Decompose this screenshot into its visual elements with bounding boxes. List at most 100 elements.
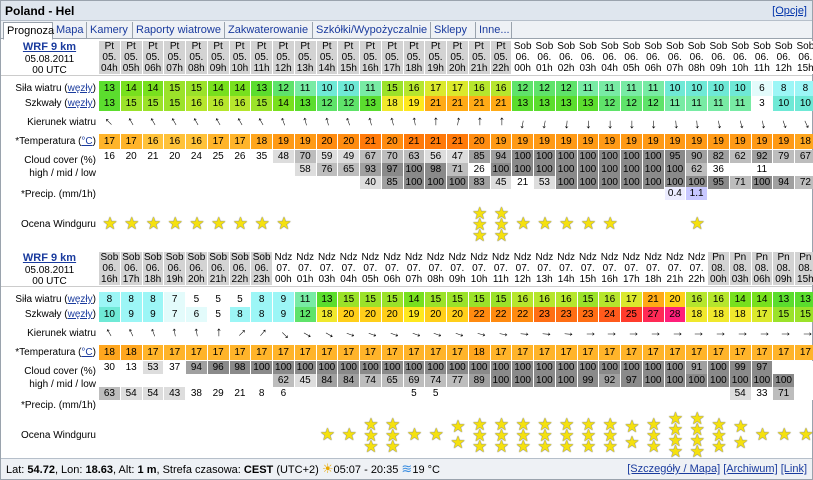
cloud-label-1: Cloud cover (%) (1, 154, 98, 167)
cloud-cover-cell (99, 176, 121, 189)
wind-cell: 16 (686, 292, 708, 307)
cloud-cover-cell: 100 (599, 361, 621, 374)
header-date-cell: 07. (555, 263, 578, 274)
label-text: Kierunek wiatru (27, 117, 96, 128)
cloud-cover-cell: 47 (447, 150, 469, 163)
header-day-cell: Sob (512, 41, 534, 52)
footer-link-2[interactable]: [Archiwum] (723, 463, 777, 475)
wind-cell: 16 (534, 292, 556, 307)
tab-8[interactable]: Inne... (476, 22, 512, 39)
rating-star-icon: ★ (385, 437, 401, 456)
wind-cell: 11 (294, 292, 317, 307)
cloud-cover-cell: 92 (599, 374, 621, 387)
tab-4[interactable]: Raporty wiatrowe (133, 22, 225, 39)
wind-direction-arrow-icon: ↓ (537, 330, 554, 338)
gust-cell: 15 (795, 307, 813, 322)
cloud-cover-cell: 98 (425, 163, 447, 176)
header-date-cell: 06. (555, 52, 578, 63)
cloud-label-1: Cloud cover (%) (1, 365, 98, 378)
footer-link-3[interactable]: [Link] (781, 463, 807, 475)
unit-link[interactable]: węzły (68, 309, 93, 320)
cloud-cover-cell: 100 (425, 361, 447, 374)
rating-star-icon: ★ (689, 214, 705, 233)
unit-link[interactable]: węzły (68, 294, 93, 305)
header-date-cell: 06. (642, 52, 665, 63)
rating-star-icon: ★ (776, 425, 792, 444)
header-day-cell: Ndz (338, 252, 360, 263)
gust-cell: 19 (403, 307, 426, 322)
rating-star-icon: ★ (580, 437, 597, 456)
gust-cell: 12 (338, 96, 360, 111)
unit-link[interactable]: °C (81, 136, 92, 147)
gust-cell: 20 (447, 307, 469, 322)
footer-link-1[interactable]: [Szczegóły / Mapa] (627, 463, 720, 475)
model-name-link[interactable]: WRF 9 km (1, 41, 98, 54)
tab-3[interactable]: Kamery (87, 22, 133, 39)
label-text: ) (92, 294, 96, 305)
cloud-cover-cell (512, 387, 534, 400)
header-date-cell: 05. (142, 52, 165, 63)
header-date-cell: 06. (664, 52, 687, 63)
cloud-cover-cell: 20 (120, 150, 143, 163)
wind-direction-arrow-icon: ↓ (646, 330, 662, 338)
header-date-cell: 07. (577, 263, 600, 274)
header-hour-cell: 17h (381, 63, 404, 74)
header-hour-cell: 04h (338, 274, 360, 285)
direction-label: Kierunek wiatru (1, 326, 98, 341)
wind-direction-arrow-icon: ↓ (365, 114, 376, 131)
temperature-cell: 17 (773, 345, 795, 360)
temperature-cell: 17 (207, 345, 230, 360)
temperature-cell: 18 (795, 134, 813, 149)
wind-cell: 14 (229, 81, 252, 96)
cloud-cover-cell: 65 (381, 374, 404, 387)
label-text: *Precip. (mm/1h) (20, 400, 96, 411)
temperature-cell: 19 (555, 134, 578, 149)
unit-link[interactable]: węzły (68, 98, 93, 109)
header-hour-cell: 05h (621, 63, 643, 74)
unit-link[interactable]: °C (81, 347, 92, 358)
cloud-cover-cell (99, 163, 121, 176)
tab-6[interactable]: Szkółki/Wypożyczalnie (313, 22, 431, 39)
cloud-cover-cell: 72 (795, 176, 813, 189)
model-name-link[interactable]: WRF 9 km (1, 252, 98, 265)
wind-direction-arrow-icon: ↓ (799, 115, 813, 132)
cloud-cover-cell: 40 (360, 176, 382, 189)
rating-label: Ocena Windguru (1, 217, 98, 232)
cloud-cover-cell (468, 387, 491, 400)
tab-2[interactable]: Mapa (53, 22, 87, 39)
cloud-cover-cell: 96 (207, 361, 230, 374)
temperature-cell: 19 (686, 134, 708, 149)
cloud-cover-cell (229, 374, 252, 387)
wind-cell: 16 (403, 81, 426, 96)
gust-cell: 11 (708, 96, 730, 111)
unit-link[interactable]: węzły (68, 83, 93, 94)
cloud-cover-cell (316, 387, 339, 400)
gust-cell: 15 (773, 307, 795, 322)
gust-cell: 6 (186, 307, 208, 322)
header-day-cell: Pt (142, 41, 165, 52)
header-hour-cell: 09h (773, 274, 795, 285)
header-date-cell: 07. (316, 263, 339, 274)
header-day-cell: Ndz (381, 252, 404, 263)
header-date-cell: 06. (534, 52, 556, 63)
temperature-cell: 17 (381, 345, 404, 360)
cloud-cover-cell: 100 (447, 361, 469, 374)
header-hour-cell: 02h (555, 63, 578, 74)
gust-cell: 15 (251, 96, 273, 111)
cloud-cover-cell: 94 (490, 150, 513, 163)
cloud-cover-cell: 100 (621, 361, 643, 374)
cloud-cover-cell: 94 (773, 176, 795, 189)
tab-7[interactable]: Sklepy (431, 22, 476, 39)
temperature-cell: 17 (294, 345, 317, 360)
tab-5[interactable]: Zakwaterowanie (225, 22, 313, 39)
gust-cell: 23 (555, 307, 578, 322)
cloud-cover-cell (207, 374, 230, 387)
cloud-cover-cell: 100 (642, 361, 665, 374)
options-link[interactable]: [Opcje] (772, 5, 807, 17)
header-day-cell: Pn (708, 252, 730, 263)
tab-1[interactable]: Prognoza (3, 22, 54, 40)
wind-cell: 8 (795, 81, 813, 96)
header-date-cell: 08. (729, 263, 752, 274)
wind-cell: 12 (273, 81, 295, 96)
cloud-cover-cell: 99 (729, 361, 752, 374)
